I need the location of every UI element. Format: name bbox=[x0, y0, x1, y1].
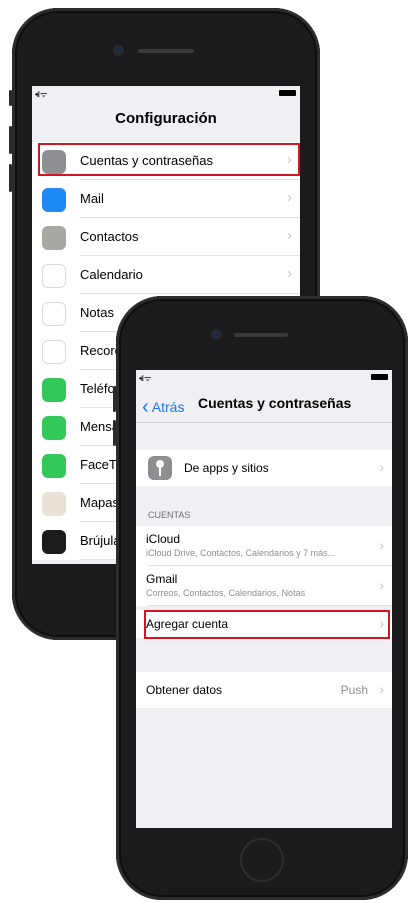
page-title: Configuración bbox=[115, 110, 217, 127]
fetch-data-row[interactable]: Obtener datos Push › bbox=[136, 672, 392, 708]
account-name: iCloud bbox=[146, 532, 181, 546]
calendar-icon bbox=[42, 264, 66, 288]
key-icon bbox=[148, 456, 172, 480]
nav-bar: ‹ Atrás Cuentas y contraseñas bbox=[136, 384, 392, 422]
apps-and-sites-label: De apps y sitios bbox=[184, 461, 269, 475]
add-account-highlight bbox=[144, 610, 390, 639]
chevron-right-icon: › bbox=[379, 459, 384, 475]
status-bar: •ıl ᯤ bbox=[32, 86, 300, 100]
front-screen: •ıl ᯤ ‹ Atrás Cuentas y contraseñas De a… bbox=[136, 370, 392, 828]
front-camera bbox=[213, 331, 220, 338]
apps-and-sites-row[interactable]: De apps y sitios › bbox=[136, 450, 392, 486]
signal-icon: •ıl ᯤ bbox=[139, 374, 151, 383]
fetch-data-value: Push bbox=[340, 683, 368, 697]
battery-icon bbox=[279, 90, 296, 96]
facetime-icon bbox=[42, 454, 66, 478]
contacts-icon bbox=[42, 226, 66, 250]
notes-icon bbox=[42, 302, 66, 326]
home-button[interactable] bbox=[240, 838, 284, 882]
page-title: Cuentas y contraseñas bbox=[198, 395, 352, 411]
account-row-gmail[interactable]: Gmail Correos, Contactos, Calendarios, N… bbox=[136, 566, 392, 606]
volume-down-button bbox=[9, 164, 12, 192]
settings-row-label: Contactos bbox=[80, 229, 139, 244]
settings-row[interactable]: Contactos › bbox=[32, 218, 300, 256]
mail-icon bbox=[42, 188, 66, 212]
settings-row-label: Notas bbox=[80, 305, 114, 320]
settings-row-label: Brújula bbox=[80, 533, 121, 548]
compass-icon bbox=[42, 530, 66, 554]
silent-switch bbox=[9, 90, 12, 106]
speaker-grille bbox=[138, 49, 194, 53]
settings-row[interactable]: Calendario › bbox=[32, 256, 300, 294]
maps-icon bbox=[42, 492, 66, 516]
chevron-left-icon: ‹ bbox=[142, 396, 149, 418]
volume-down-button bbox=[113, 420, 116, 446]
chevron-right-icon: › bbox=[287, 189, 292, 206]
chevron-right-icon: › bbox=[287, 265, 292, 282]
account-name: Gmail bbox=[146, 572, 178, 586]
settings-row-label: Mapas bbox=[80, 495, 120, 510]
accounts-row-highlight bbox=[38, 143, 300, 176]
volume-up-button bbox=[113, 386, 116, 412]
settings-row-label: Mail bbox=[80, 191, 104, 206]
front-camera bbox=[115, 47, 122, 54]
chevron-right-icon: › bbox=[379, 681, 384, 697]
settings-row[interactable]: Mail › bbox=[32, 180, 300, 218]
front-phone: •ıl ᯤ ‹ Atrás Cuentas y contraseñas De a… bbox=[113, 296, 408, 900]
reminders-icon bbox=[42, 340, 66, 364]
section-header: CUENTAS bbox=[148, 510, 191, 520]
account-detail: iCloud Drive, Contactos, Calendarios y 7… bbox=[146, 548, 336, 558]
chevron-right-icon: › bbox=[287, 227, 292, 244]
account-row-icloud[interactable]: iCloud iCloud Drive, Contactos, Calendar… bbox=[136, 526, 392, 566]
speaker-grille bbox=[234, 333, 288, 337]
battery-icon bbox=[371, 374, 388, 380]
back-button[interactable]: ‹ Atrás bbox=[142, 395, 184, 418]
account-detail: Correos, Contactos, Calendarios, Notas bbox=[146, 588, 306, 598]
settings-row-label: Calendario bbox=[80, 267, 143, 282]
chevron-right-icon: › bbox=[379, 537, 384, 553]
messages-icon bbox=[42, 416, 66, 440]
fetch-data-label: Obtener datos bbox=[146, 683, 223, 697]
status-bar: •ıl ᯤ bbox=[136, 370, 392, 384]
back-label: Atrás bbox=[151, 399, 185, 415]
chevron-right-icon: › bbox=[379, 577, 384, 593]
phone-icon bbox=[42, 378, 66, 402]
volume-up-button bbox=[9, 126, 12, 154]
signal-icon: •ıl ᯤ bbox=[35, 90, 47, 99]
